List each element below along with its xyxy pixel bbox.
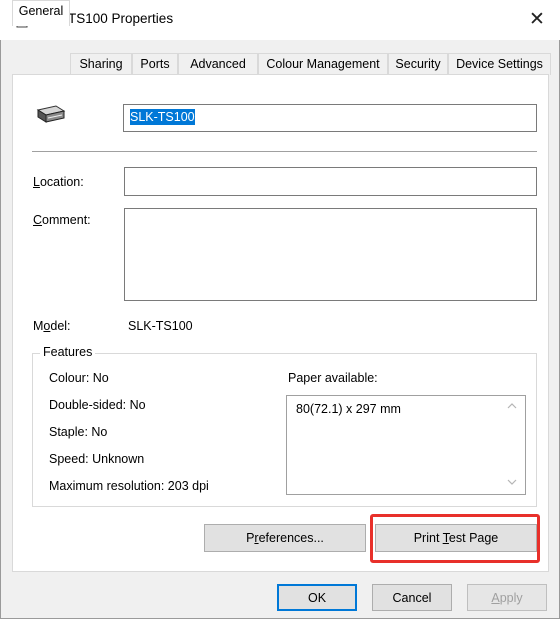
close-icon[interactable]: ✕ <box>522 6 552 34</box>
model-value: SLK-TS100 <box>128 319 193 333</box>
location-label: Location: <box>33 175 84 189</box>
apply-button[interactable]: Apply <box>467 584 547 611</box>
comment-label: Comment: <box>33 213 91 227</box>
tab-advanced[interactable]: Advanced <box>178 53 258 75</box>
paper-item[interactable]: 80(72.1) x 297 mm <box>296 402 401 416</box>
feature-colour: Colour: No <box>49 371 109 385</box>
model-label: Model: <box>33 319 71 333</box>
divider <box>32 151 537 152</box>
preferences-button[interactable]: Preferences... <box>204 524 366 552</box>
tab-sharing[interactable]: Sharing <box>70 53 132 75</box>
printer-name-text: SLK-TS100 <box>130 109 195 125</box>
scroll-down-icon[interactable] <box>507 478 517 486</box>
comment-field[interactable] <box>124 208 537 301</box>
tab-ports[interactable]: Ports <box>132 53 178 75</box>
feature-double-sided: Double-sided: No <box>49 398 146 412</box>
scroll-up-icon[interactable] <box>507 402 517 410</box>
tab-general[interactable]: General <box>12 0 70 26</box>
printer-3d-icon <box>36 105 66 123</box>
ok-button[interactable]: OK <box>277 584 357 611</box>
feature-staple: Staple: No <box>49 425 108 439</box>
tab-device-settings[interactable]: Device Settings <box>448 53 551 75</box>
highlight-box <box>370 514 540 563</box>
location-field[interactable] <box>124 167 537 196</box>
tab-colour-management[interactable]: Colour Management <box>258 53 388 75</box>
tab-security[interactable]: Security <box>388 53 448 75</box>
paper-available-label: Paper available: <box>288 371 378 385</box>
cancel-button[interactable]: Cancel <box>372 584 452 611</box>
feature-max-resolution: Maximum resolution: 203 dpi <box>49 479 209 493</box>
features-title: Features <box>40 345 96 359</box>
printer-name-input[interactable]: SLK-TS100 <box>123 104 537 132</box>
feature-speed: Speed: Unknown <box>49 452 145 466</box>
